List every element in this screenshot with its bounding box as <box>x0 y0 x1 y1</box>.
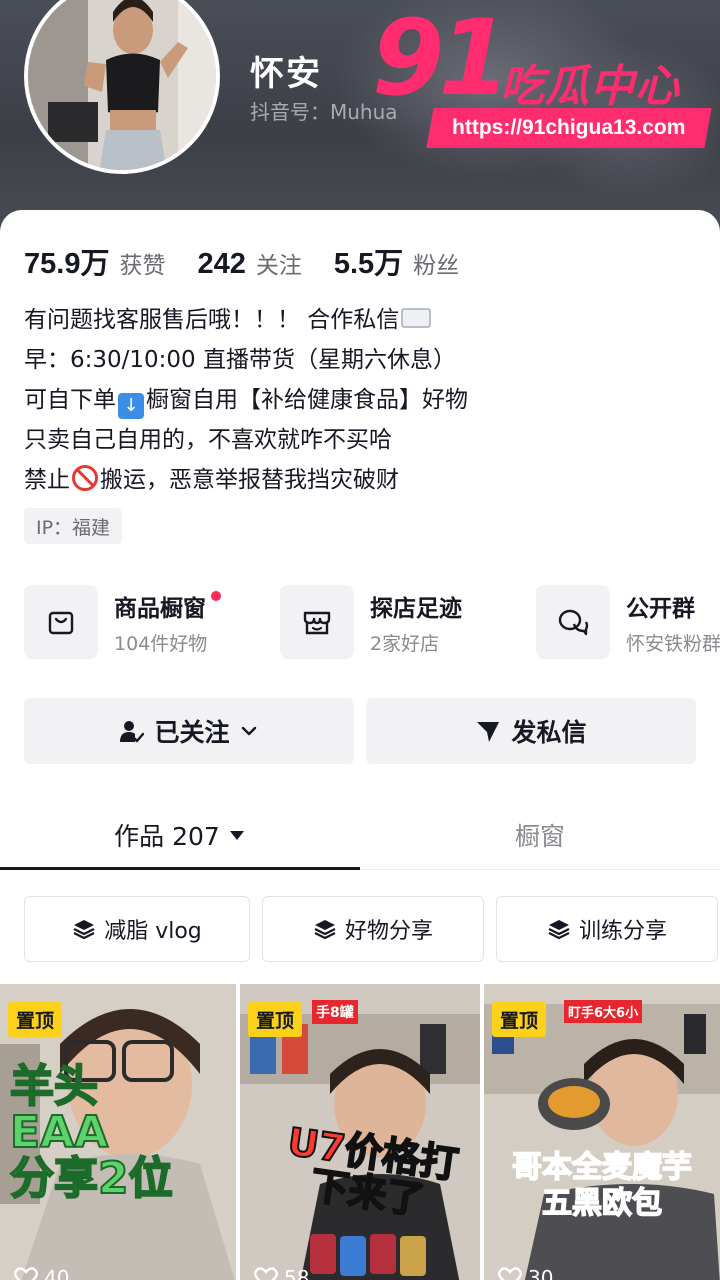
send-icon <box>477 722 500 742</box>
heart-icon <box>14 1267 38 1280</box>
watermark-logo-number: 91 <box>372 0 511 119</box>
video-title-line: 哥本全麦魔芋 <box>511 1150 693 1185</box>
pinned-badge: 置顶 <box>492 1002 547 1037</box>
message-label: 发私信 <box>511 718 587 747</box>
active-tab-indicator <box>0 867 360 870</box>
stat-following-label: 关注 <box>255 253 302 279</box>
feature-subtitle: 怀安铁粉群 <box>626 632 720 655</box>
caret-down-icon <box>229 831 244 840</box>
bio-line: 有问题找客服售后哦！！！ 合作私信 <box>24 300 468 340</box>
feature-product-showcase[interactable]: 商品橱窗 104件好物 <box>24 582 222 662</box>
stat-followers[interactable]: 5.5万 粉丝 <box>334 240 459 282</box>
watermark-logo-text: 吃瓜中心 <box>500 61 680 112</box>
followed-label: 已关注 <box>154 718 230 747</box>
collection-chip[interactable]: 好物分享 <box>262 896 484 962</box>
stat-following-number: 242 <box>197 248 246 280</box>
video-title-line: 分享2位 <box>9 1153 174 1205</box>
bio-line: 只卖自己自用的，不喜欢就咋不买哈 <box>24 427 392 453</box>
envelope-icon <box>401 308 432 328</box>
feature-store-visits[interactable]: 探店足迹 2家好店 <box>280 582 462 662</box>
bio-line: 禁止 搬运，恶意举报替我挡灾破财 <box>24 465 399 493</box>
video-title-overlay: 哥本全麦魔芋 五黑欧包 <box>492 1150 712 1221</box>
content-tabs: 作品 207 橱窗 <box>0 800 720 870</box>
chip-label: 减脂 vlog <box>104 919 202 944</box>
feature-subtitle: 104件好物 <box>114 632 208 655</box>
like-count-text: 30 <box>528 1266 554 1280</box>
profile-nickname: 怀安 <box>250 54 322 94</box>
stat-likes-number: 75.9万 <box>24 248 110 280</box>
feature-title: 商品橱窗 <box>114 595 206 622</box>
layers-icon <box>314 920 336 940</box>
video-title-line: EAA <box>9 1107 109 1159</box>
tab-showcase-label: 橱窗 <box>514 822 565 851</box>
prohibited-icon <box>72 465 98 491</box>
like-count-text: 58 <box>284 1266 310 1280</box>
profile-header-background: 怀安 抖音号：Muhua 91 吃瓜中心 https://91chigua13.… <box>0 0 720 240</box>
video-thumbnail[interactable]: 置顶 羊头 EAA 分享2位 40 <box>0 984 236 1280</box>
feature-title: 探店足迹 <box>370 595 462 622</box>
profile-stats: 75.9万 获赞 242 关注 5.5万 粉丝 <box>24 240 491 282</box>
video-title-line: 羊头 <box>9 1061 99 1112</box>
video-like-count: 30 <box>498 1266 553 1280</box>
bio-line: 可自下单 ↓ 橱窗自用【补给健康食品】好物 <box>24 380 468 420</box>
tab-showcase[interactable]: 橱窗 <box>360 800 720 870</box>
profile-card: 75.9万 获赞 242 关注 5.5万 粉丝 有问题找客服售后哦！！！ 合作私… <box>0 210 720 1280</box>
tab-works[interactable]: 作品 207 <box>0 800 360 870</box>
video-title-line: 五黑欧包 <box>541 1185 663 1221</box>
video-tag: 盯手6大6小 <box>564 1000 643 1023</box>
chip-label: 训练分享 <box>578 919 667 944</box>
store-icon <box>280 585 354 659</box>
ip-location-tag: IP：福建 <box>24 508 123 544</box>
chip-label: 好物分享 <box>344 919 433 944</box>
heart-icon <box>254 1267 278 1280</box>
tab-works-label: 作品 207 <box>114 822 220 851</box>
shopping-bag-icon <box>24 585 98 659</box>
stat-likes-label: 获赞 <box>119 253 166 279</box>
heart-icon <box>498 1267 522 1280</box>
layers-icon <box>73 920 95 940</box>
feature-subtitle: 2家好店 <box>370 632 440 655</box>
bio-line: 早：6:30/10:00 直播带货（星期六休息） <box>24 347 456 373</box>
stat-following[interactable]: 242 关注 <box>197 246 301 281</box>
feature-public-group[interactable]: 公开群 怀安铁粉群 <box>536 582 720 662</box>
stat-followers-number: 5.5万 <box>333 248 404 280</box>
pinned-badge: 置顶 <box>248 1002 303 1037</box>
pinned-badge: 置顶 <box>8 1002 63 1037</box>
feature-title: 公开群 <box>626 595 695 622</box>
layers-icon <box>548 920 570 940</box>
stat-likes[interactable]: 75.9万 获赞 <box>24 240 165 282</box>
like-count-text: 40 <box>44 1266 70 1280</box>
video-like-count: 40 <box>14 1266 69 1280</box>
chevron-down-icon <box>241 726 256 736</box>
video-title-overlay: 羊头 EAA 分享2位 <box>9 1061 210 1205</box>
profile-bio: 有问题找客服售后哦！！！ 合作私信 早：6:30/10:00 直播带货（星期六休… <box>24 300 468 500</box>
video-thumbnail[interactable]: 置顶 手8罐 U7价格打 下来了 58 <box>240 984 480 1280</box>
chat-group-icon <box>536 585 610 659</box>
avatar[interactable] <box>24 0 220 174</box>
collection-chip[interactable]: 减脂 vlog <box>24 896 250 962</box>
watermark-url: https://91chigua13.com <box>426 108 712 148</box>
avatar-photo <box>28 0 216 170</box>
video-tag: 手8罐 <box>312 1000 358 1024</box>
arrow-down-icon: ↓ <box>118 393 144 419</box>
notification-dot <box>211 590 222 601</box>
message-button[interactable]: 发私信 <box>366 698 696 764</box>
user-check-icon <box>120 721 145 743</box>
followed-button[interactable]: 已关注 <box>24 698 354 764</box>
video-like-count: 58 <box>254 1266 309 1280</box>
stat-followers-label: 粉丝 <box>413 253 460 279</box>
video-thumbnail[interactable]: 置顶 盯手6大6小 哥本全麦魔芋 五黑欧包 30 <box>484 984 720 1280</box>
collection-chip[interactable]: 训练分享 <box>496 896 718 962</box>
